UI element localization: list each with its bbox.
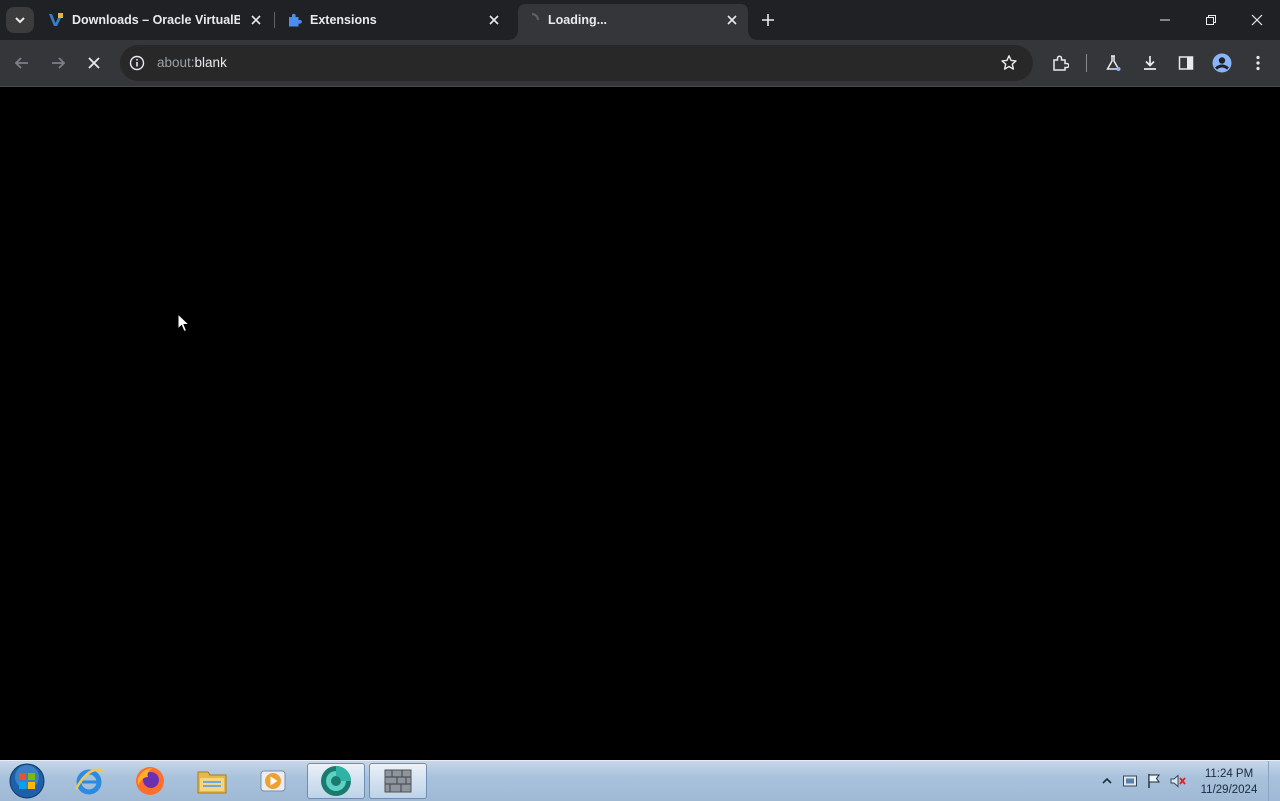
system-clock[interactable]: 11:24 PM 11/29/2024: [1194, 766, 1264, 798]
taskbar-internet-explorer[interactable]: [60, 763, 118, 799]
puzzle-icon: [289, 13, 302, 27]
start-button[interactable]: [0, 763, 54, 799]
minimize-button[interactable]: [1142, 0, 1188, 40]
forward-button[interactable]: [46, 51, 70, 75]
close-icon: [727, 15, 737, 25]
arrow-left-icon: [14, 57, 28, 69]
tab-title: Loading...: [548, 13, 608, 27]
tab-title: Downloads – Oracle VirtualBox: [72, 13, 240, 27]
action-center-icon[interactable]: [1122, 773, 1138, 789]
url-scheme: about:: [157, 55, 195, 70]
plus-icon: [762, 14, 774, 26]
avatar-icon: [1212, 53, 1232, 73]
star-icon[interactable]: [1000, 54, 1018, 72]
tab-divider: [274, 12, 275, 28]
taskbar-firewall-app[interactable]: [369, 763, 427, 799]
stop-loading-button[interactable]: [82, 51, 106, 75]
info-icon[interactable]: [129, 55, 145, 71]
chevron-down-icon: [15, 17, 25, 24]
taskbar-chrome-beta[interactable]: [307, 763, 365, 799]
tab-close-button[interactable]: [486, 12, 502, 28]
start-orb-icon: [9, 763, 45, 799]
clock-time: 11:24 PM: [1204, 768, 1254, 780]
firefox-icon: [136, 767, 164, 795]
new-tab-button[interactable]: [758, 10, 778, 30]
browser-toolbar: about:blank: [0, 40, 1280, 87]
tab-close-button[interactable]: [248, 12, 264, 28]
taskbar-firefox[interactable]: [121, 763, 179, 799]
chrome-beta-icon: [321, 766, 351, 796]
address-bar[interactable]: about:blank: [120, 45, 1033, 81]
taskbar-file-explorer[interactable]: [183, 763, 241, 799]
download-icon: [1144, 56, 1156, 70]
internet-explorer-icon: [74, 768, 104, 795]
close-icon: [88, 57, 100, 69]
tab-close-button[interactable]: [724, 12, 740, 28]
extensions-button[interactable]: [1048, 51, 1072, 75]
tab-loading[interactable]: Loading...: [514, 0, 750, 40]
virtualbox-icon: [49, 13, 63, 26]
media-player-icon: [260, 770, 286, 792]
tab-extensions[interactable]: Extensions: [276, 0, 510, 40]
restore-icon: [1206, 15, 1216, 25]
toolbar-separator: [1086, 54, 1087, 72]
show-desktop-button[interactable]: [1268, 761, 1280, 801]
clock-date: 11/29/2024: [1200, 784, 1258, 796]
address-text[interactable]: about:blank: [157, 55, 227, 71]
page-content[interactable]: [0, 87, 1280, 760]
volume-muted-icon[interactable]: [1170, 773, 1186, 789]
tab-strip: Downloads – Oracle VirtualBox Extensions…: [0, 0, 1280, 40]
taskbar-media-player[interactable]: [244, 763, 302, 799]
close-icon: [489, 15, 499, 25]
kebab-menu-icon: [1256, 55, 1260, 71]
tab-search-button[interactable]: [6, 7, 34, 33]
labs-button[interactable]: [1101, 51, 1125, 75]
downloads-button[interactable]: [1138, 51, 1162, 75]
menu-button[interactable]: [1246, 51, 1270, 75]
flag-icon[interactable]: [1146, 773, 1162, 789]
tab-title: Extensions: [310, 13, 377, 27]
firewall-icon: [384, 769, 412, 793]
side-panel-icon: [1178, 56, 1194, 70]
profile-button[interactable]: [1210, 51, 1234, 75]
minimize-icon: [1160, 19, 1170, 21]
flask-icon: [1106, 55, 1121, 71]
close-window-button[interactable]: [1234, 0, 1280, 40]
arrow-right-icon: [52, 57, 66, 69]
back-button[interactable]: [10, 51, 34, 75]
side-panel-button[interactable]: [1174, 51, 1198, 75]
restore-button[interactable]: [1188, 0, 1234, 40]
loading-spinner-icon: [531, 13, 539, 21]
close-icon: [251, 15, 261, 25]
file-explorer-icon: [197, 771, 227, 794]
taskbar: 11:24 PM 11/29/2024: [0, 760, 1280, 801]
tab-virtualbox-downloads[interactable]: Downloads – Oracle VirtualBox: [38, 0, 274, 40]
show-hidden-icons-icon[interactable]: [1099, 773, 1115, 789]
url-path: blank: [194, 55, 227, 70]
mouse-cursor-icon: [177, 313, 191, 333]
puzzle-icon: [1053, 55, 1069, 71]
close-icon: [1251, 14, 1263, 26]
